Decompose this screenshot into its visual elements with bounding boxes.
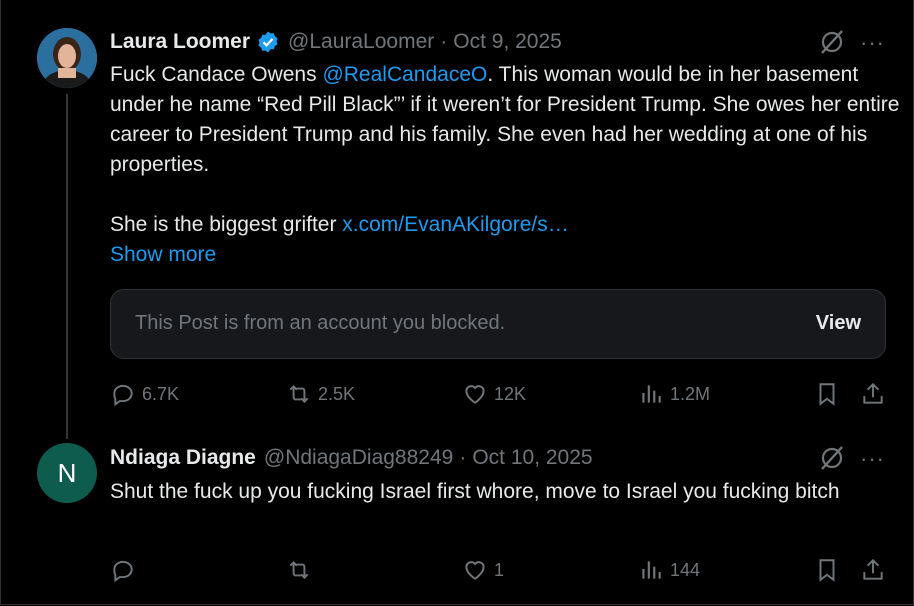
url-link[interactable]: x.com/EvanAKilgore/s… xyxy=(342,213,568,236)
share-icon[interactable] xyxy=(860,381,886,407)
post-date[interactable]: Oct 9, 2025 xyxy=(453,30,562,54)
tweet-header: Laura Loomer @LauraLoomer · Oct 9, 2025 xyxy=(110,30,562,54)
views-button[interactable]: 144 xyxy=(638,557,700,583)
blocked-notice: This Post is from an account you blocked… xyxy=(135,312,506,334)
view-button[interactable]: View xyxy=(816,312,861,335)
verified-badge-icon xyxy=(258,31,278,53)
separator-dot: · xyxy=(459,446,467,469)
heart-icon xyxy=(465,385,485,404)
reply-icon xyxy=(113,384,133,407)
reply-count: 6.7K xyxy=(142,383,180,404)
author-name[interactable]: Ndiaga Diagne xyxy=(110,446,256,470)
repost-button[interactable]: 2.5K xyxy=(286,381,355,407)
author-handle[interactable]: @NdiagaDiag88249 xyxy=(264,446,453,470)
profile-photo xyxy=(37,28,97,88)
author-name[interactable]: Laura Loomer xyxy=(110,30,250,54)
repost-icon xyxy=(289,385,309,403)
post-text: Fuck Candace Owens @RealCandaceO. This w… xyxy=(110,60,900,180)
post-text-continued: She is the biggest grifter x.com/EvanAKi… xyxy=(110,210,900,240)
bookmark-icon[interactable] xyxy=(814,381,840,407)
analytics-icon xyxy=(642,561,661,579)
post-text: Shut the fuck up you fucking Israel firs… xyxy=(110,480,840,503)
blocked-quote-card: This Post is from an account you blocked… xyxy=(110,289,886,359)
tweet-header: Ndiaga Diagne @NdiagaDiag88249 · Oct 10,… xyxy=(110,446,593,470)
post-text-part: Fuck Candace Owens xyxy=(110,63,323,86)
avatar-letter: N xyxy=(57,457,77,488)
analytics-icon xyxy=(642,385,661,403)
repost-count: 2.5K xyxy=(318,383,356,404)
mention-link[interactable]: @RealCandaceO xyxy=(322,63,487,86)
view-count: 1.2M xyxy=(670,383,711,404)
post-date[interactable]: Oct 10, 2025 xyxy=(472,446,592,470)
view-count: 144 xyxy=(670,559,701,580)
heart-icon xyxy=(465,561,485,580)
repost-button[interactable] xyxy=(286,557,318,583)
post-text-part: She is the biggest grifter xyxy=(110,213,343,236)
views-button[interactable]: 1.2M xyxy=(638,381,710,407)
share-icon[interactable] xyxy=(860,557,886,583)
show-more-link[interactable]: Show more xyxy=(110,240,900,270)
like-count: 1 xyxy=(494,559,505,580)
like-button[interactable]: 1 xyxy=(462,557,504,583)
thread-connector-line xyxy=(66,94,68,439)
reply-button[interactable] xyxy=(110,557,142,583)
more-options-icon[interactable]: ··· xyxy=(860,30,885,56)
author-handle[interactable]: @LauraLoomer xyxy=(288,30,434,54)
avatar[interactable]: N xyxy=(37,443,97,503)
reply-icon xyxy=(113,560,133,583)
bookmark-icon[interactable] xyxy=(814,557,840,583)
separator-dot: · xyxy=(440,30,448,53)
grok-icon[interactable] xyxy=(818,444,846,472)
repost-icon xyxy=(289,561,309,579)
like-count: 12K xyxy=(494,383,527,404)
like-button[interactable]: 12K xyxy=(462,381,526,407)
reply-button[interactable]: 6.7K xyxy=(110,381,179,407)
grok-icon[interactable] xyxy=(818,28,846,56)
avatar[interactable] xyxy=(37,28,97,88)
more-options-icon[interactable]: ··· xyxy=(860,446,885,472)
